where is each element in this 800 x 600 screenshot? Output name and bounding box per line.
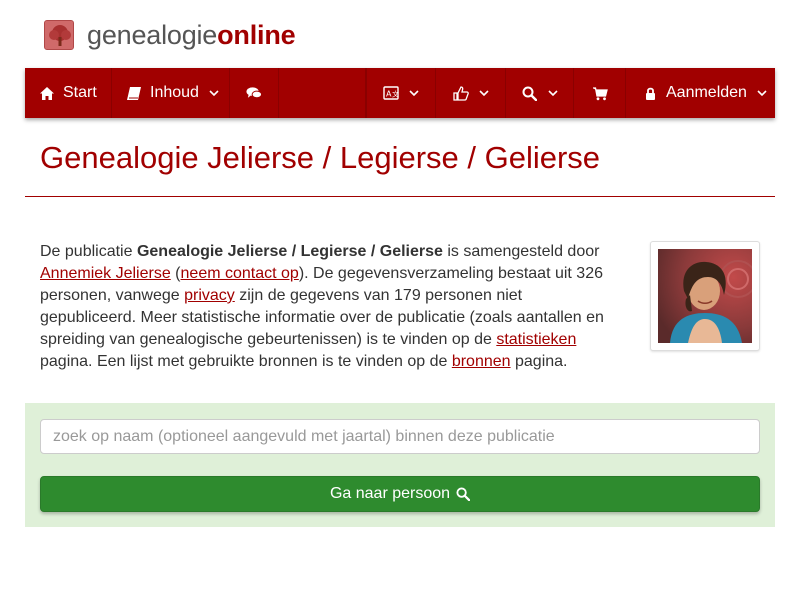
site-name-part1: genealogie: [87, 20, 218, 50]
site-name: genealogieonline: [87, 20, 296, 50]
home-icon: [39, 85, 55, 101]
chevron-down-icon: [547, 89, 558, 97]
book-icon: [126, 85, 142, 101]
comments-icon: [246, 85, 262, 101]
publication-description: De publicatie Genealogie Jelierse / Legi…: [40, 241, 618, 373]
search-icon: [522, 85, 538, 101]
nav-search[interactable]: [506, 68, 574, 118]
go-to-person-button[interactable]: Ga naar persoon: [40, 476, 760, 512]
publication-name: Genealogie Jelierse / Legierse / Geliers…: [136, 243, 443, 260]
nav-discussions[interactable]: [230, 68, 279, 118]
tree-logo-icon: [44, 20, 74, 50]
nav-language[interactable]: A文: [366, 68, 436, 118]
page-title: Genealogie Jelierse / Legierse / Geliers…: [40, 140, 601, 175]
author-link[interactable]: Annemiek Jelierse: [40, 265, 171, 282]
desc-text: pagina.: [510, 353, 568, 370]
language-icon: A文: [383, 85, 399, 101]
nav-shop[interactable]: [574, 68, 626, 118]
nav-start[interactable]: Start: [25, 68, 112, 118]
desc-text: (: [170, 265, 181, 282]
nav-share[interactable]: [436, 68, 506, 118]
title-divider: [25, 196, 775, 197]
nav-start-label: Start: [63, 84, 97, 101]
chevron-down-icon: [209, 89, 219, 97]
desc-text: De publicatie: [40, 243, 137, 260]
person-search-input[interactable]: [40, 419, 760, 454]
contact-link[interactable]: neem contact op: [181, 265, 299, 282]
site-logo[interactable]: genealogieonline: [44, 18, 296, 52]
svg-text:文: 文: [392, 90, 399, 99]
chevron-down-icon: [409, 89, 419, 97]
nav-login-label: Aanmelden: [666, 84, 747, 101]
chevron-down-icon: [478, 89, 489, 97]
nav-inhoud-label: Inhoud: [150, 84, 199, 101]
nav-inhoud[interactable]: Inhoud: [112, 68, 230, 118]
author-photo: [658, 249, 752, 343]
thumbs-up-icon: [452, 85, 469, 101]
person-search-panel: Ga naar persoon: [25, 403, 775, 527]
chevron-down-icon: [757, 89, 767, 97]
main-navbar: Start Inhoud A文 Aanmelden: [25, 68, 775, 118]
cart-icon: [592, 85, 608, 101]
sources-link[interactable]: bronnen: [452, 353, 511, 370]
desc-text: pagina. Een lijst met gebruikte bronnen …: [40, 353, 452, 370]
lock-icon: [642, 85, 658, 101]
site-name-part2: online: [217, 20, 296, 50]
statistics-link[interactable]: statistieken: [496, 331, 576, 348]
nav-spacer: [279, 68, 366, 118]
privacy-link[interactable]: privacy: [184, 287, 235, 304]
nav-login[interactable]: Aanmelden: [626, 68, 775, 118]
desc-text: is samengesteld door: [442, 243, 600, 260]
search-icon: [456, 487, 471, 501]
author-avatar[interactable]: [650, 241, 760, 351]
go-to-person-label: Ga naar persoon: [329, 485, 451, 502]
